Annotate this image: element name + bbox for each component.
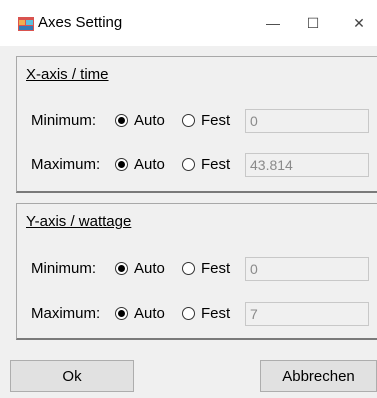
app-icon	[18, 17, 34, 31]
y-min-fest-label[interactable]: Fest	[201, 260, 230, 277]
x-max-label: Maximum:	[31, 156, 101, 173]
window-title: Axes Setting	[38, 14, 123, 31]
x-max-fest-label[interactable]: Fest	[201, 156, 230, 173]
x-min-label: Minimum:	[31, 112, 97, 129]
x-min-field[interactable]: 0	[245, 109, 369, 133]
close-button[interactable]: ✕	[336, 0, 377, 46]
x-axis-group: X-axis / time Minimum: Auto Fest 0 Maxim…	[16, 56, 377, 193]
x-min-fest-label[interactable]: Fest	[201, 112, 230, 129]
maximize-button[interactable]: ☐	[290, 0, 336, 46]
x-max-auto-label[interactable]: Auto	[134, 156, 165, 173]
x-max-fest-radio[interactable]	[182, 158, 195, 171]
ok-button[interactable]: Ok	[10, 360, 134, 392]
x-min-auto-label[interactable]: Auto	[134, 112, 165, 129]
y-min-auto-label[interactable]: Auto	[134, 260, 165, 277]
y-max-label: Maximum:	[31, 305, 101, 322]
y-min-field[interactable]: 0	[245, 257, 369, 281]
y-min-label: Minimum:	[31, 260, 97, 277]
x-axis-title: X-axis / time	[26, 66, 109, 83]
y-max-field[interactable]: 7	[245, 302, 369, 326]
y-min-auto-radio[interactable]	[115, 262, 128, 275]
x-min-auto-radio[interactable]	[115, 114, 128, 127]
maximize-icon: ☐	[306, 14, 320, 31]
title-bar: Axes Setting — ☐ ✕	[0, 0, 377, 46]
y-max-fest-radio[interactable]	[182, 307, 195, 320]
x-max-field[interactable]: 43.814	[245, 153, 369, 177]
x-max-auto-radio[interactable]	[115, 158, 128, 171]
y-max-auto-label[interactable]: Auto	[134, 305, 165, 322]
y-max-auto-radio[interactable]	[115, 307, 128, 320]
close-icon: ✕	[353, 14, 365, 31]
minimize-icon: —	[266, 15, 280, 31]
x-min-fest-radio[interactable]	[182, 114, 195, 127]
y-axis-title: Y-axis / wattage	[26, 213, 132, 230]
y-max-fest-label[interactable]: Fest	[201, 305, 230, 322]
y-axis-group: Y-axis / wattage Minimum: Auto Fest 0 Ma…	[16, 203, 377, 340]
cancel-button[interactable]: Abbrechen	[260, 360, 377, 392]
axes-setting-window: Axes Setting — ☐ ✕ X-axis / time Minimum…	[0, 0, 377, 398]
y-min-fest-radio[interactable]	[182, 262, 195, 275]
